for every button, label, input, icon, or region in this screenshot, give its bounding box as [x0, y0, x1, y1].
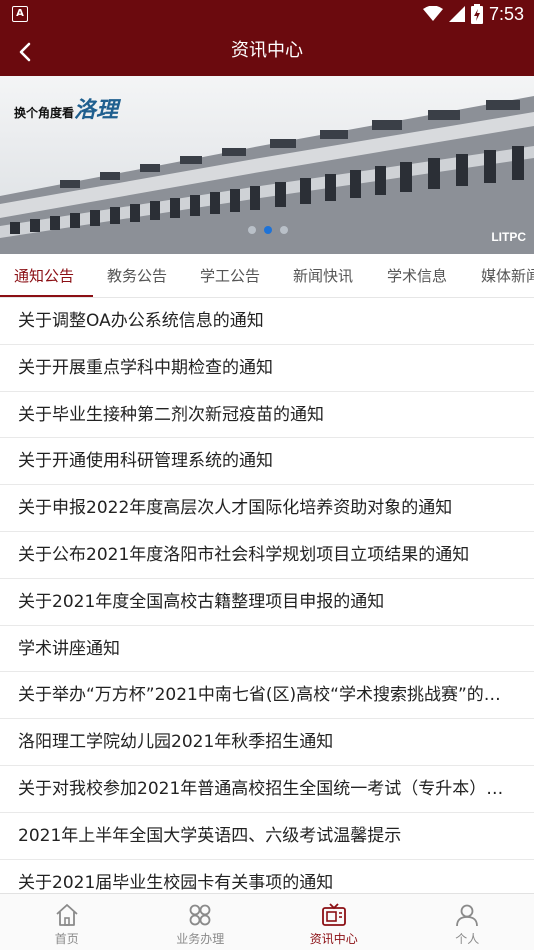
banner-caption: 换个角度看洛理: [14, 92, 118, 124]
carousel-indicator: [248, 226, 288, 234]
tv-icon: [321, 903, 346, 926]
person-icon: [456, 904, 479, 927]
list-item[interactable]: 关于调整OA办公系统信息的通知: [0, 298, 534, 345]
wifi-icon: [422, 6, 443, 21]
nav-news-center[interactable]: 资讯中心: [267, 894, 401, 950]
list-item[interactable]: 关于申报2022年度高层次人才国际化培养资助对象的通知: [0, 485, 534, 532]
nav-services-label: 业务办理: [176, 932, 225, 946]
category-tabs: 通知公告 教务公告 学工公告 新闻快讯 学术信息 媒体新闻: [0, 254, 534, 298]
carousel-dot[interactable]: [248, 226, 256, 234]
tab-student-affairs[interactable]: 学工公告: [200, 254, 260, 297]
page-title: 资讯中心: [231, 40, 303, 61]
battery-icon: [470, 4, 483, 24]
nav-news-center-label: 资讯中心: [309, 932, 358, 946]
list-item[interactable]: 学术讲座通知: [0, 626, 534, 673]
tab-academic-affairs[interactable]: 教务公告: [107, 254, 167, 297]
list-item[interactable]: 关于对我校参加2021年普通高校招生全国统一考试（专升本）的通知: [0, 766, 534, 813]
list-item[interactable]: 洛阳理工学院幼儿园2021年秋季招生通知: [0, 719, 534, 766]
nav-home-label: 首页: [54, 932, 79, 946]
signal-icon: [448, 6, 465, 22]
carousel-dot[interactable]: [280, 226, 288, 234]
app-notification-icon: A: [12, 6, 28, 22]
list-item[interactable]: 关于开展重点学科中期检查的通知: [0, 345, 534, 392]
tab-academic-info[interactable]: 学术信息: [387, 254, 447, 297]
grid-icon: [189, 904, 211, 926]
tab-media-news[interactable]: 媒体新闻: [481, 254, 534, 297]
list-item[interactable]: 关于毕业生接种第二剂次新冠疫苗的通知: [0, 392, 534, 439]
tab-news-flash[interactable]: 新闻快讯: [293, 254, 353, 297]
carousel-dot-active[interactable]: [264, 226, 272, 234]
home-icon: [56, 904, 78, 926]
bottom-navigation: 首页 业务办理 资讯中心 个人: [0, 893, 534, 950]
nav-home[interactable]: 首页: [0, 894, 134, 950]
status-bar: A 7:53: [0, 0, 534, 28]
notice-list: 关于调整OA办公系统信息的通知 关于开展重点学科中期检查的通知 关于毕业生接种第…: [0, 298, 534, 907]
status-icons: 7:53: [422, 2, 524, 26]
list-item[interactable]: 关于公布2021年度洛阳市社会科学规划项目立项结果的通知: [0, 532, 534, 579]
nav-profile[interactable]: 个人: [401, 894, 534, 950]
banner-logo: LITPC: [491, 230, 526, 244]
tab-notices[interactable]: 通知公告: [14, 254, 74, 297]
nav-services[interactable]: 业务办理: [134, 894, 268, 950]
banner-caption-big: 洛理: [74, 97, 119, 123]
list-item[interactable]: 2021年上半年全国大学英语四、六级考试温馨提示: [0, 813, 534, 860]
list-item[interactable]: 关于开通使用科研管理系统的通知: [0, 438, 534, 486]
nav-profile-label: 个人: [455, 932, 480, 946]
clock-time: 7:53: [488, 3, 524, 24]
app-header: 资讯中心: [0, 28, 534, 76]
banner-caption-small: 换个角度看: [14, 106, 75, 120]
list-item[interactable]: 关于2021年度全国高校古籍整理项目申报的通知: [0, 579, 534, 626]
list-item[interactable]: 关于举办“万方杯”2021中南七省(区)高校“学术搜索挑战赛”的通知: [0, 672, 534, 720]
